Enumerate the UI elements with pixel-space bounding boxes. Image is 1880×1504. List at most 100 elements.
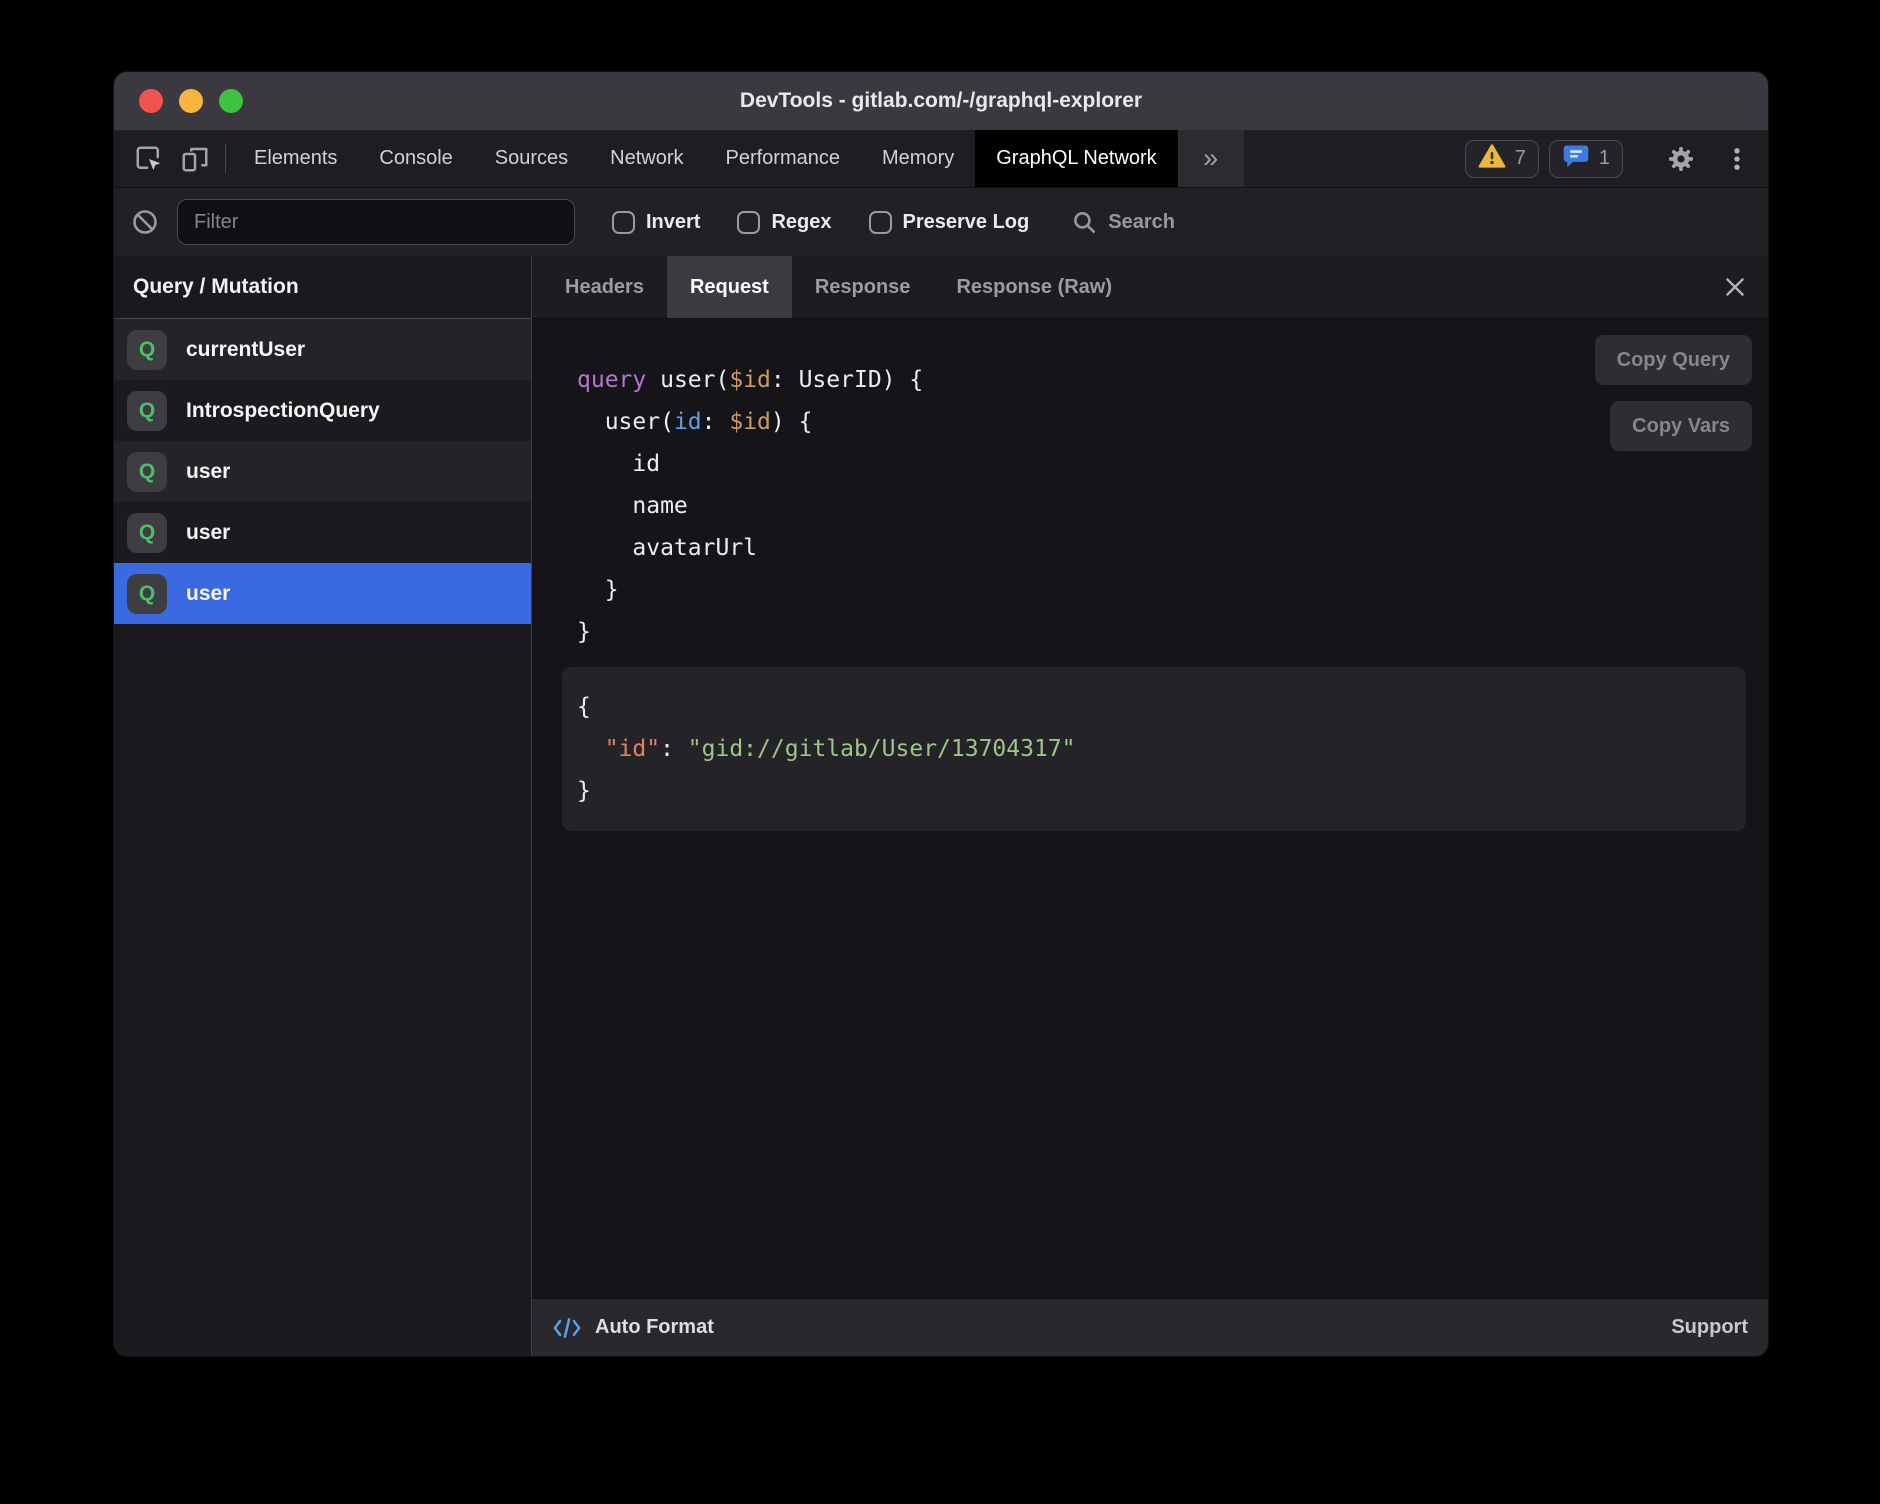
auto-format-button[interactable]: Auto Format [595,1316,714,1339]
pane-footer: Auto Format Support [532,1298,1768,1356]
code-line: { [577,686,1726,728]
query-list: Q currentUser Q IntrospectionQuery Q use… [114,319,531,624]
titlebar: DevTools - gitlab.com/-/graphql-explorer [114,72,1768,130]
filter-input[interactable] [177,199,575,245]
tab-network[interactable]: Network [589,130,704,187]
tab-graphql-network[interactable]: GraphQL Network [975,130,1177,187]
code-token: $id [729,409,771,435]
maximize-window-button[interactable] [219,89,243,113]
request-variables-box: { "id": "gid://gitlab/User/13704317"} [562,667,1746,831]
sidebar-item-currentuser[interactable]: Q currentUser [114,319,531,380]
code-token: name [577,493,688,519]
support-link[interactable]: Support [1671,1316,1748,1339]
sidebar-header: Query / Mutation [114,256,531,319]
invert-checkbox-group[interactable]: Invert [612,211,700,234]
search-label: Search [1108,211,1175,234]
code-token: $id [729,367,771,393]
devtools-tab-bar: Elements Console Sources Network Perform… [114,130,1768,187]
block-icon[interactable] [131,208,159,236]
code-token: } [577,577,619,603]
code-token: id [577,451,660,477]
invert-label: Invert [646,211,700,234]
tab-sources[interactable]: Sources [474,130,589,187]
query-type-badge: Q [127,391,167,431]
close-detail-button[interactable] [1702,256,1768,318]
tab-console[interactable]: Console [358,130,473,187]
filter-bar: Invert Regex Preserve Log Search [114,187,1768,256]
tab-elements[interactable]: Elements [233,130,358,187]
tab-response-raw[interactable]: Response (Raw) [933,256,1135,318]
warning-triangle-icon [1478,143,1506,175]
query-type-badge: Q [127,513,167,553]
query-name: user [186,582,230,606]
content-area: Query / Mutation Q currentUser Q Introsp… [114,256,1768,1356]
preserve-log-checkbox-group[interactable]: Preserve Log [869,211,1030,234]
sidebar-item-user-1[interactable]: Q user [114,441,531,502]
toolbar-right-controls: 7 1 [1465,130,1768,187]
kebab-menu-icon[interactable] [1714,145,1760,173]
regex-checkbox[interactable] [737,211,760,234]
tab-headers[interactable]: Headers [542,256,667,318]
code-brackets-icon [552,1315,582,1341]
detail-pane: Headers Request Response Response (Raw) … [532,256,1768,1356]
tab-performance[interactable]: Performance [705,130,862,187]
invert-checkbox[interactable] [612,211,635,234]
message-bubble-icon [1562,142,1590,176]
tab-response[interactable]: Response [792,256,934,318]
code-line: name [577,485,1746,527]
code-token: id [674,409,702,435]
query-name: currentUser [186,338,305,362]
code-token: ) { [771,409,813,435]
device-toolbar-icon[interactable] [172,130,218,187]
warnings-badge[interactable]: 7 [1465,140,1539,178]
inspect-element-icon[interactable] [126,130,172,187]
tab-memory[interactable]: Memory [861,130,975,187]
code-token: avatarUrl [577,535,757,561]
close-icon [1722,274,1748,300]
code-token: : [660,736,688,762]
code-token: } [577,619,591,645]
code-token: "gid://gitlab/User/13704317" [688,736,1076,762]
copy-query-button[interactable]: Copy Query [1595,335,1752,385]
code-token: : [702,409,730,435]
query-name: user [186,521,230,545]
sidebar-item-user-3-selected[interactable]: Q user [114,563,531,624]
code-line: user(id: $id) { [577,401,1746,443]
query-name: IntrospectionQuery [186,399,380,423]
toolbar-divider [225,144,226,173]
issues-badge[interactable]: 1 [1549,140,1623,178]
sidebar-item-user-2[interactable]: Q user [114,502,531,563]
query-type-badge: Q [127,574,167,614]
code-line: query user($id: UserID) { [577,359,1746,401]
regex-label: Regex [771,211,831,234]
sidebar-item-introspectionquery[interactable]: Q IntrospectionQuery [114,380,531,441]
code-token: } [577,778,591,804]
search-control[interactable]: Search [1071,209,1175,235]
detail-tab-bar: Headers Request Response Response (Raw) [532,256,1768,319]
code-line: "id": "gid://gitlab/User/13704317" [577,728,1726,770]
request-variables-code: { "id": "gid://gitlab/User/13704317"} [577,686,1726,812]
minimize-window-button[interactable] [179,89,203,113]
copy-vars-button[interactable]: Copy Vars [1610,401,1752,451]
code-token [577,736,605,762]
devtools-window: DevTools - gitlab.com/-/graphql-explorer… [114,72,1768,1356]
window-title: DevTools - gitlab.com/-/graphql-explorer [114,89,1768,113]
more-tabs-button[interactable]: » [1178,130,1244,187]
issue-count: 1 [1599,147,1610,170]
code-line: } [577,569,1746,611]
settings-gear-icon[interactable] [1658,143,1704,175]
code-token: "id" [605,736,660,762]
search-icon [1071,209,1097,235]
code-line: avatarUrl [577,527,1746,569]
query-type-badge: Q [127,330,167,370]
code-token: user( [577,409,674,435]
code-token: { [577,694,591,720]
query-sidebar: Query / Mutation Q currentUser Q Introsp… [114,256,532,1356]
request-panel: Copy Query Copy Vars query user($id: Use… [532,319,1768,1298]
query-type-badge: Q [127,452,167,492]
preserve-log-checkbox[interactable] [869,211,892,234]
regex-checkbox-group[interactable]: Regex [737,211,831,234]
close-window-button[interactable] [139,89,163,113]
code-line: } [577,770,1726,812]
tab-request[interactable]: Request [667,256,792,318]
